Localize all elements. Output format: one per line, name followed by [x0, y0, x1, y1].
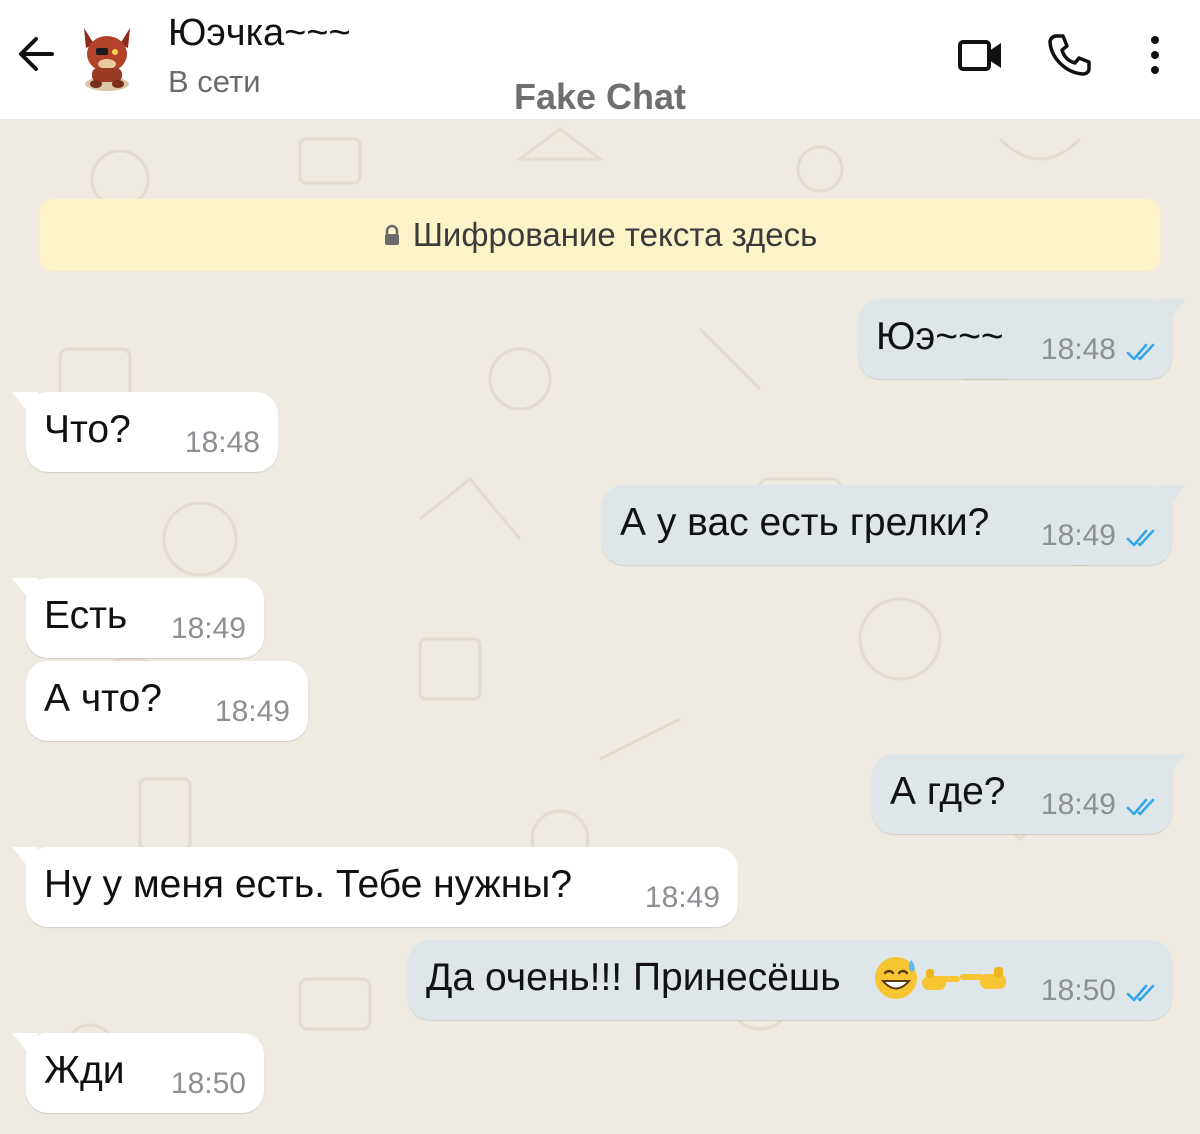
message-bubble-incoming[interactable]: Ну у меня есть. Тебе нужны? 18:49 — [12, 847, 738, 927]
read-receipt-icon — [1126, 529, 1155, 547]
message-text: Да очень!!! Принесёшь — [426, 956, 841, 999]
more-options-icon[interactable] — [1130, 30, 1180, 80]
video-call-icon[interactable] — [956, 30, 1006, 80]
message-text: Жди — [44, 1049, 125, 1092]
message-bubble-outgoing[interactable]: Да очень!!! Принесёшь 18:50 — [408, 940, 1172, 1020]
chat-header: Юэчка~~~ В сети Fake Chat — [0, 0, 1200, 119]
contact-name[interactable]: Юэчка~~~ — [168, 12, 351, 55]
message-time: 18:50 — [1040, 974, 1116, 1007]
message-time: 18:49 — [1040, 519, 1116, 552]
read-receipt-icon — [1126, 984, 1155, 1002]
pointing-left-emoji — [960, 967, 1006, 989]
message-text: Есть — [44, 594, 128, 637]
app-watermark: Fake Chat — [513, 76, 687, 117]
message-time: 18:49 — [644, 881, 720, 914]
phone-icon[interactable] — [1044, 30, 1094, 80]
message-bubble-incoming[interactable]: Есть 18:49 — [12, 578, 264, 658]
encryption-notice: Шифрование текста здесь — [412, 216, 818, 253]
message-time: 18:48 — [1040, 333, 1116, 366]
grinning-sweat-emoji — [875, 957, 917, 999]
emoji-group — [875, 957, 1006, 999]
lock-icon — [384, 224, 399, 245]
back-arrow-icon[interactable] — [14, 30, 58, 78]
message-bubble-incoming[interactable]: Что? 18:48 — [12, 392, 278, 472]
message-text: Юэ~~~ — [876, 315, 1004, 358]
chat-area[interactable]: Шифрование текста здесь Юэ~~~ 18:48 Что?… — [0, 119, 1200, 1134]
message-bubble-incoming[interactable]: Жди 18:50 — [12, 1033, 264, 1113]
message-time: 18:48 — [184, 426, 260, 459]
read-receipt-icon — [1126, 798, 1155, 816]
message-bubble-outgoing[interactable]: Юэ~~~ 18:48 — [858, 299, 1186, 379]
read-receipt-icon — [1126, 343, 1155, 361]
message-bubble-outgoing[interactable]: А где? 18:49 — [872, 754, 1186, 834]
message-time: 18:50 — [170, 1067, 246, 1100]
message-bubble-outgoing[interactable]: А у вас есть грелки? 18:49 — [602, 485, 1186, 565]
message-bubble-incoming[interactable]: А что? 18:49 — [26, 661, 308, 741]
message-time: 18:49 — [170, 612, 246, 645]
message-text: А где? — [890, 770, 1006, 813]
pointing-right-emoji — [922, 969, 960, 990]
encryption-banner[interactable]: Шифрование текста здесь — [40, 199, 1160, 271]
message-text: Ну у меня есть. Тебе нужны? — [44, 863, 573, 906]
message-time: 18:49 — [1040, 788, 1116, 821]
message-text: А что? — [44, 677, 162, 720]
message-time: 18:49 — [214, 695, 290, 728]
message-text: А у вас есть грелки? — [620, 501, 990, 544]
message-text: Что? — [44, 408, 131, 451]
